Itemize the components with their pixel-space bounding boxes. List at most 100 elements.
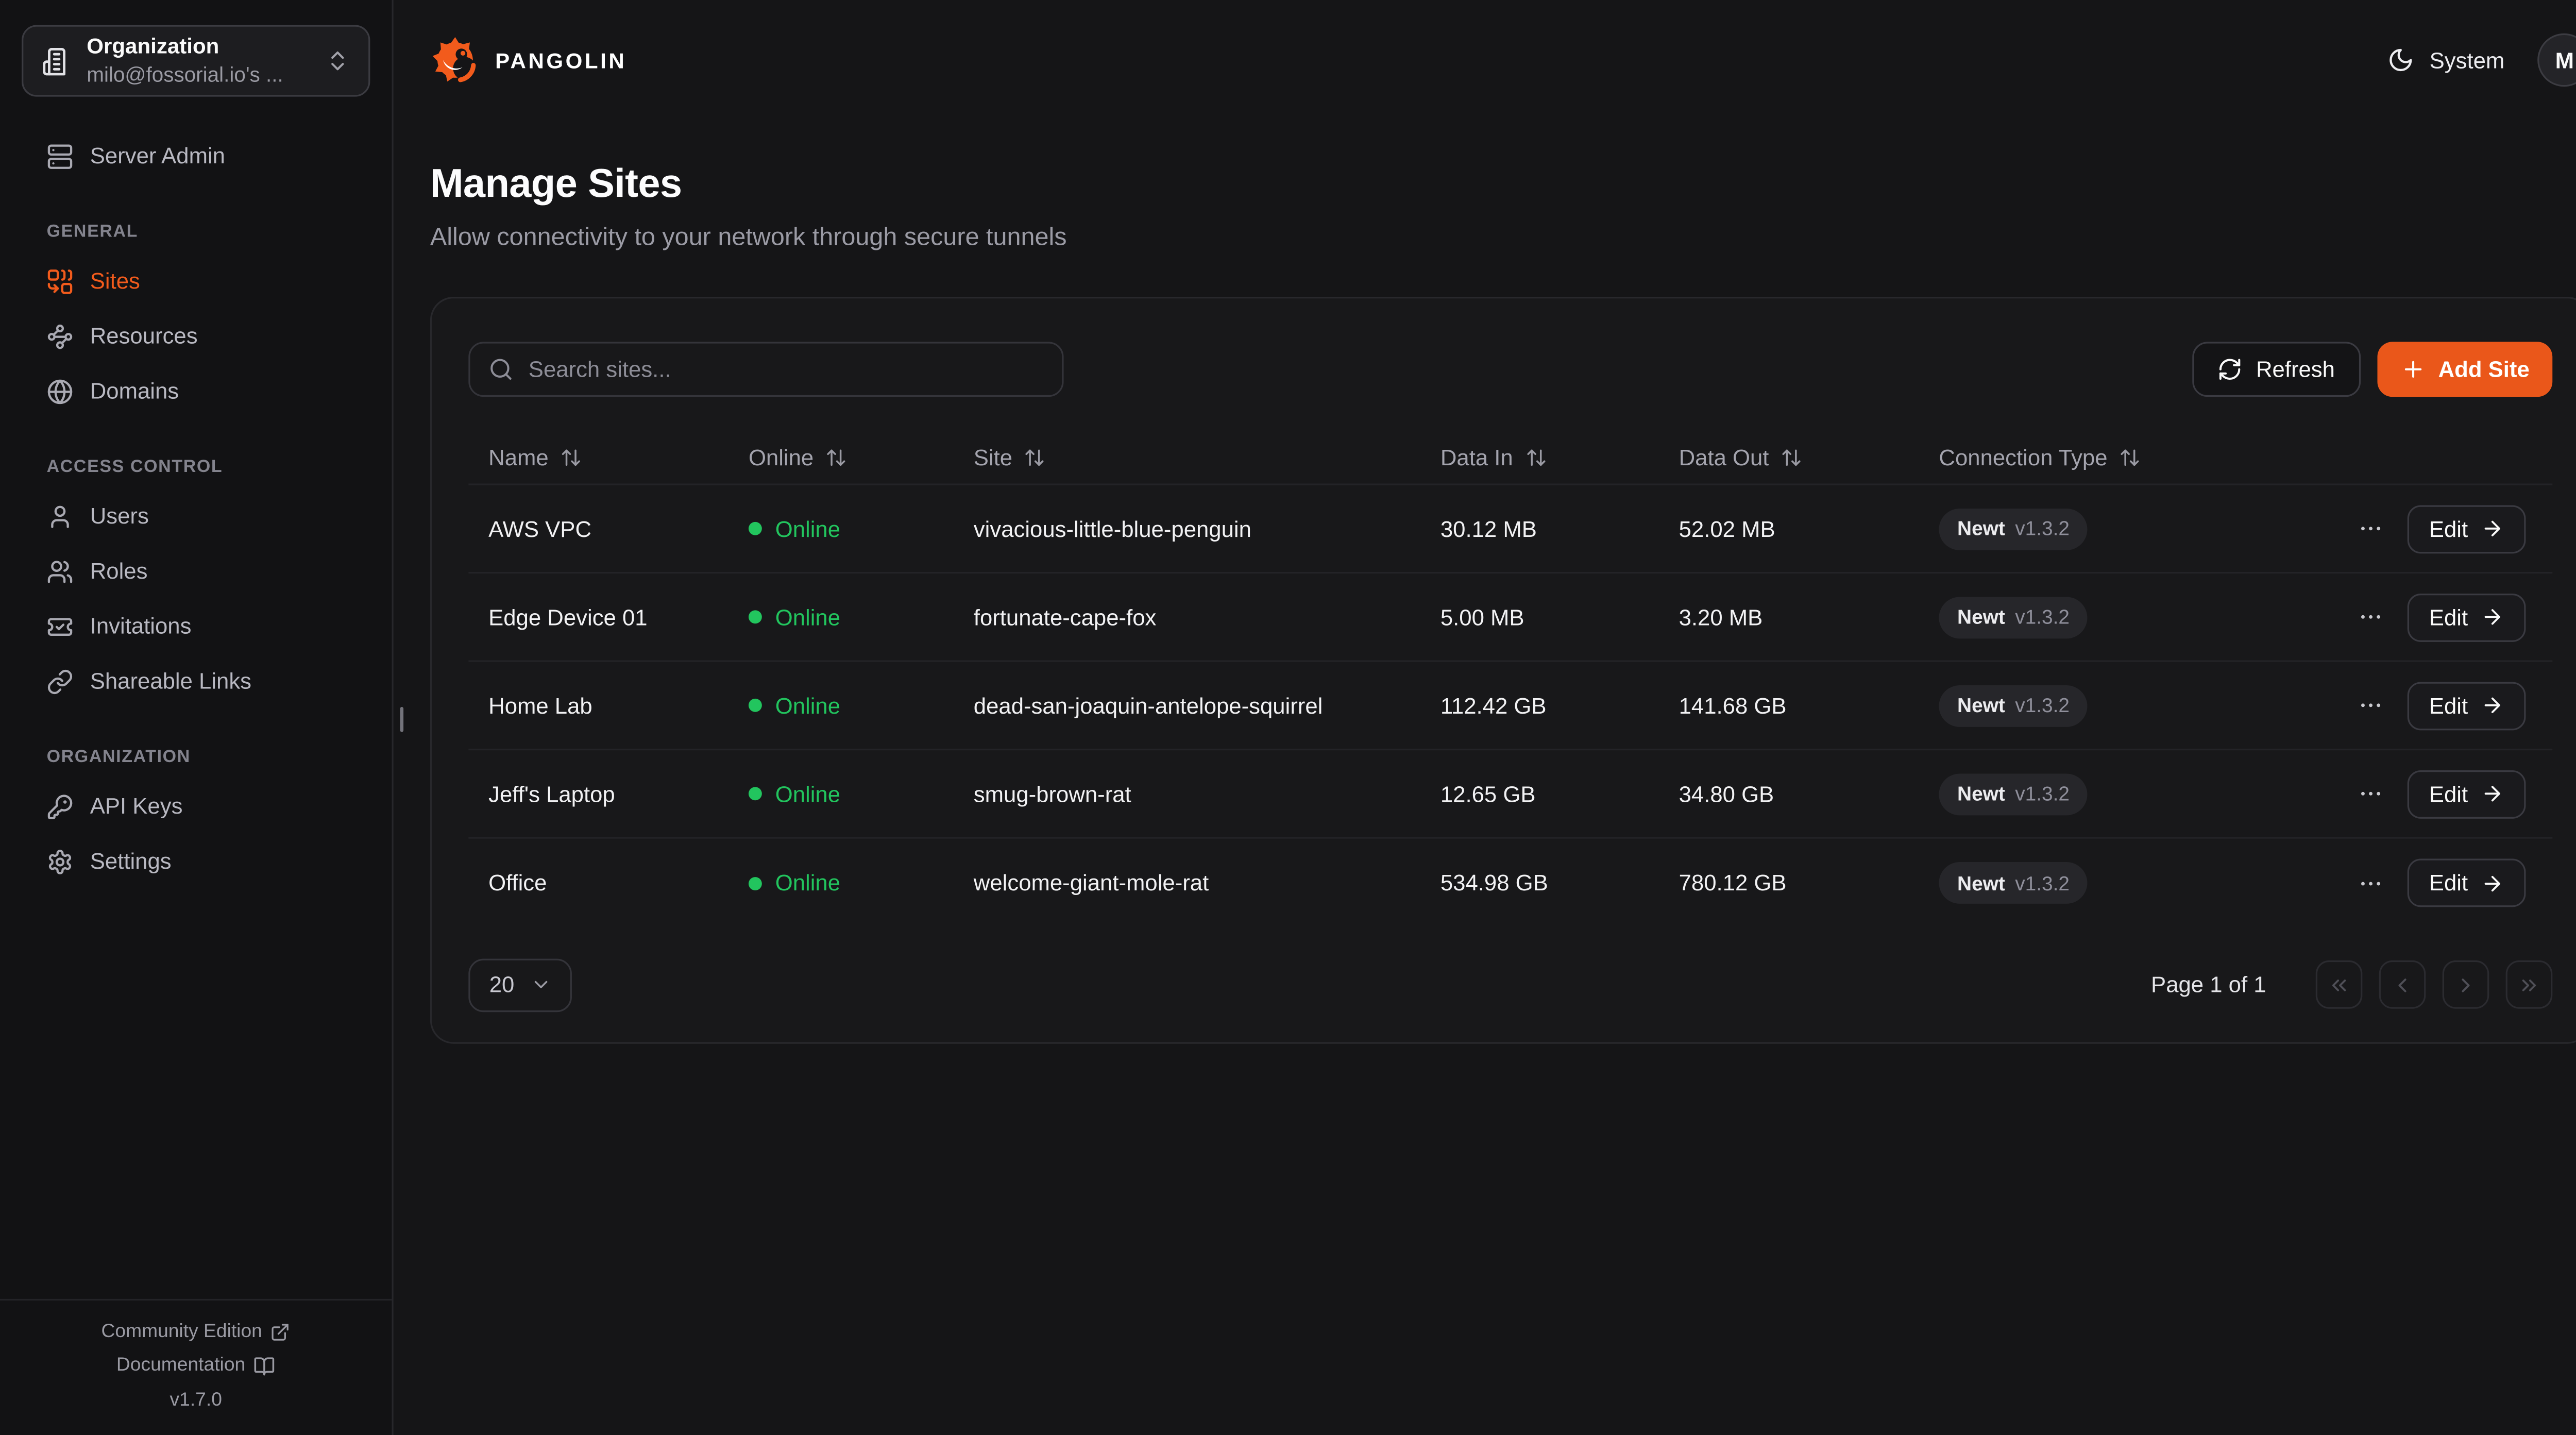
- refresh-icon: [2218, 357, 2243, 382]
- sidebar-item-roles[interactable]: Roles: [25, 544, 367, 599]
- documentation-link[interactable]: Documentation: [116, 1355, 276, 1376]
- chevrons-left-icon: [2328, 973, 2351, 996]
- moon-icon: [2388, 47, 2415, 74]
- search-icon: [488, 357, 514, 382]
- pagination: Page 1 of 1: [2151, 960, 2553, 1009]
- site-slug: smug-brown-rat: [974, 781, 1440, 806]
- row-menu-button[interactable]: [2358, 870, 2384, 897]
- data-in-value: 12.65 GB: [1440, 781, 1679, 806]
- plus-icon: [2400, 357, 2425, 382]
- status-badge: Online: [749, 781, 974, 806]
- building-icon: [42, 46, 72, 76]
- row-actions: Edit: [2358, 504, 2553, 553]
- data-in-value: 534.98 GB: [1440, 870, 1679, 896]
- sidebar-item-domains[interactable]: Domains: [25, 363, 367, 418]
- column-header-connection-type[interactable]: Connection Type: [1939, 444, 2357, 469]
- sidebar-nav: Server Admin GENERAL Sites Resources Do: [0, 97, 392, 889]
- connection-type-badge: Newtv1.3.2: [1939, 773, 2088, 815]
- avatar-initial: M: [2555, 47, 2574, 73]
- site-slug: welcome-giant-mole-rat: [974, 870, 1440, 896]
- sidebar-item-sites[interactable]: Sites: [25, 254, 367, 309]
- chevrons-right-icon: [2518, 973, 2541, 996]
- sidebar-item-label: Shareable Links: [90, 669, 251, 694]
- sidebar-item-label: Roles: [90, 559, 148, 584]
- version-label: v1.7.0: [170, 1390, 222, 1410]
- user-icon: [47, 503, 74, 530]
- brand[interactable]: PANGOLIN: [430, 35, 626, 85]
- sidebar-item-server-admin[interactable]: Server Admin: [25, 128, 367, 183]
- last-page-button[interactable]: [2506, 960, 2553, 1009]
- next-page-button[interactable]: [2443, 960, 2490, 1009]
- sidebar-item-resources[interactable]: Resources: [25, 309, 367, 364]
- book-open-icon: [253, 1355, 275, 1376]
- sites-table: Name Online Site Data In: [468, 430, 2553, 927]
- sidebar-item-label: Server Admin: [90, 143, 225, 168]
- page-size-select[interactable]: 20: [468, 958, 572, 1011]
- key-icon: [47, 793, 74, 820]
- page-title: Manage Sites: [430, 162, 2576, 209]
- row-actions: Edit: [2358, 593, 2553, 641]
- sidebar-item-shareable-links[interactable]: Shareable Links: [25, 654, 367, 709]
- toolbar-actions: Refresh Add Site: [2193, 342, 2553, 397]
- users-icon: [47, 558, 74, 584]
- card-toolbar: Refresh Add Site: [468, 342, 2553, 397]
- arrow-right-icon: [2481, 782, 2504, 805]
- data-out-value: 34.80 GB: [1679, 781, 1939, 806]
- table-footer: 20 Page 1 of 1: [468, 927, 2553, 1042]
- sidebar-item-users[interactable]: Users: [25, 488, 367, 544]
- online-dot: [749, 610, 762, 623]
- theme-label: System: [2430, 47, 2505, 73]
- sidebar-item-invitations[interactable]: Invitations: [25, 599, 367, 654]
- edit-button[interactable]: Edit: [2408, 859, 2527, 907]
- theme-toggle[interactable]: System: [2388, 47, 2505, 74]
- sidebar-item-settings[interactable]: Settings: [25, 834, 367, 889]
- table-row: Edge Device 01 Online fortunate-cape-fox…: [468, 573, 2553, 662]
- arrow-right-icon: [2481, 871, 2504, 894]
- column-header-data-in[interactable]: Data In: [1440, 444, 1679, 469]
- org-selector-text: Organization milo@fossorial.io's ...: [87, 33, 310, 88]
- site-name: Office: [488, 870, 749, 896]
- first-page-button[interactable]: [2316, 960, 2363, 1009]
- org-selector-subtitle: milo@fossorial.io's ...: [87, 61, 310, 89]
- gear-icon: [47, 848, 74, 874]
- row-menu-button[interactable]: [2358, 515, 2384, 542]
- app-window: Organization milo@fossorial.io's ... Ser…: [0, 0, 2576, 1435]
- connection-type-badge: Newtv1.3.2: [1939, 684, 2088, 726]
- add-site-button[interactable]: Add Site: [2377, 342, 2553, 397]
- pagination-buttons: [2316, 960, 2553, 1009]
- edit-button[interactable]: Edit: [2408, 681, 2527, 730]
- refresh-button[interactable]: Refresh: [2193, 342, 2360, 397]
- site-name: Home Lab: [488, 693, 749, 718]
- column-header-name[interactable]: Name: [488, 444, 749, 469]
- sort-icon: [2119, 446, 2141, 468]
- sidebar-item-label: Resources: [90, 324, 198, 349]
- row-menu-button[interactable]: [2358, 603, 2384, 630]
- external-link-icon: [270, 1322, 291, 1342]
- search-input[interactable]: [529, 357, 1044, 382]
- column-header-site[interactable]: Site: [974, 444, 1440, 469]
- table-row: Jeff's Laptop Online smug-brown-rat 12.6…: [468, 750, 2553, 839]
- column-header-data-out[interactable]: Data Out: [1679, 444, 1939, 469]
- row-menu-button[interactable]: [2358, 692, 2384, 719]
- arrow-right-icon: [2481, 605, 2504, 629]
- edit-button[interactable]: Edit: [2408, 769, 2527, 818]
- sort-icon: [1524, 446, 1546, 468]
- data-out-value: 780.12 GB: [1679, 870, 1939, 896]
- edit-button[interactable]: Edit: [2408, 593, 2527, 641]
- org-selector[interactable]: Organization milo@fossorial.io's ...: [22, 25, 370, 97]
- data-out-value: 3.20 MB: [1679, 604, 1939, 630]
- avatar[interactable]: M: [2538, 33, 2576, 87]
- data-in-value: 5.00 MB: [1440, 604, 1679, 630]
- row-menu-button[interactable]: [2358, 780, 2384, 807]
- sidebar-item-label: Sites: [90, 268, 140, 294]
- community-edition-link[interactable]: Community Edition: [101, 1322, 291, 1342]
- column-header-online[interactable]: Online: [749, 444, 974, 469]
- table-header-row: Name Online Site Data In: [468, 430, 2553, 485]
- sidebar-item-api-keys[interactable]: API Keys: [25, 779, 367, 834]
- table-row: AWS VPC Online vivacious-little-blue-pen…: [468, 485, 2553, 574]
- online-dot: [749, 699, 762, 712]
- previous-page-button[interactable]: [2380, 960, 2427, 1009]
- sort-icon: [825, 446, 847, 468]
- site-name: AWS VPC: [488, 516, 749, 542]
- edit-button[interactable]: Edit: [2408, 504, 2527, 553]
